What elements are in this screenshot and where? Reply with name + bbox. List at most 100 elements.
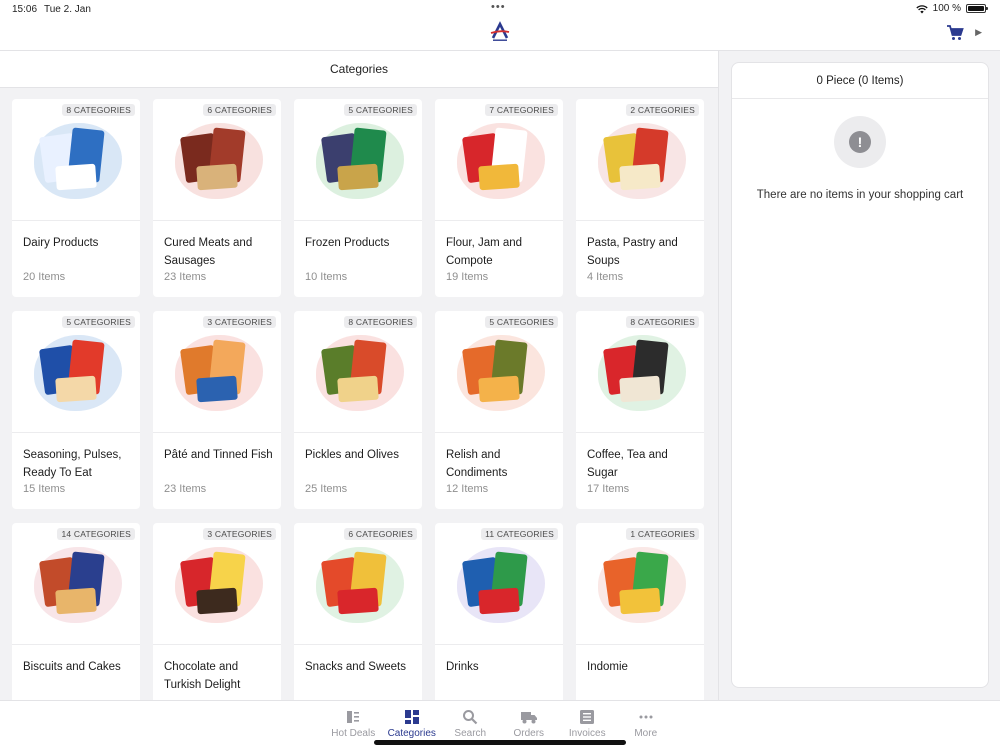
category-count-badge: 3 CATEGORIES bbox=[203, 528, 276, 540]
categories-icon bbox=[404, 710, 419, 724]
category-name: Coffee, Tea and Sugar bbox=[587, 449, 668, 479]
category-image: 3 CATEGORIES bbox=[153, 311, 281, 433]
category-card[interactable]: 2 CATEGORIES Pasta, Pastry and Soups 4 Ite… bbox=[576, 99, 704, 297]
category-card[interactable]: 8 CATEGORIES Coffee, Tea and Sugar 17 Item… bbox=[576, 311, 704, 509]
category-count-badge: 14 CATEGORIES bbox=[57, 528, 135, 540]
category-item-count: 4 Items bbox=[587, 271, 624, 283]
category-name: Cured Meats and Sausages bbox=[164, 237, 253, 267]
category-image: 8 CATEGORIES bbox=[576, 311, 704, 433]
category-name: Flour, Jam and Compote bbox=[446, 237, 523, 267]
product-package bbox=[478, 587, 520, 615]
tab-more[interactable]: More bbox=[617, 703, 676, 739]
product-package bbox=[619, 163, 661, 191]
category-card[interactable]: 11 CATEGORIES Drinks bbox=[435, 523, 563, 700]
category-item-count: 23 Items bbox=[164, 271, 207, 283]
tab-label: Orders bbox=[513, 728, 545, 739]
category-count-badge: 8 CATEGORIES bbox=[344, 316, 417, 328]
category-count-badge: 6 CATEGORIES bbox=[203, 104, 276, 116]
multitasking-dots-icon[interactable]: ••• bbox=[491, 1, 506, 13]
category-item-count: 12 Items bbox=[446, 483, 489, 495]
category-grid: 8 CATEGORIES Dairy Products 20 Items 6 CATE… bbox=[12, 99, 704, 700]
category-image: 11 CATEGORIES bbox=[435, 523, 563, 645]
category-name: Pickles and Olives bbox=[305, 449, 399, 461]
category-card[interactable]: 8 CATEGORIES Pickles and Olives 25 Items bbox=[294, 311, 422, 509]
product-package bbox=[478, 163, 520, 191]
category-image: 5 CATEGORIES bbox=[294, 99, 422, 221]
product-package bbox=[55, 163, 97, 191]
category-card[interactable]: 5 CATEGORIES Seasoning, Pulses, Ready To … bbox=[12, 311, 140, 509]
category-card[interactable]: 3 CATEGORIES Pâté and Tinned Fish 23 Items bbox=[153, 311, 281, 509]
category-card[interactable]: 6 CATEGORIES Snacks and Sweets bbox=[294, 523, 422, 700]
category-image: 14 CATEGORIES bbox=[12, 523, 140, 645]
status-date: Tue 2. Jan bbox=[44, 4, 91, 15]
category-count-badge: 8 CATEGORIES bbox=[62, 104, 135, 116]
category-card[interactable]: 7 CATEGORIES Flour, Jam and Compote 19 Ite… bbox=[435, 99, 563, 297]
product-package bbox=[337, 375, 379, 403]
status-time: 15:06 bbox=[12, 4, 38, 15]
product-package bbox=[337, 587, 379, 615]
category-card[interactable]: 8 CATEGORIES Dairy Products 20 Items bbox=[12, 99, 140, 297]
category-image: 3 CATEGORIES bbox=[153, 523, 281, 645]
category-name: Drinks bbox=[446, 661, 479, 673]
category-count-badge: 2 CATEGORIES bbox=[626, 104, 699, 116]
category-image: 5 CATEGORIES bbox=[12, 311, 140, 433]
category-item-count: 10 Items bbox=[305, 271, 348, 283]
category-item-count: 20 Items bbox=[23, 271, 66, 283]
category-count-badge: 5 CATEGORIES bbox=[62, 316, 135, 328]
tab-label: Search bbox=[454, 728, 487, 739]
exclamation-icon: ! bbox=[834, 116, 886, 168]
category-name: Chocolate and Turkish Delight bbox=[164, 661, 241, 691]
category-count-badge: 1 CATEGORIES bbox=[626, 528, 699, 540]
tab-label: Invoices bbox=[568, 728, 606, 739]
category-card[interactable]: 6 CATEGORIES Cured Meats and Sausages 23 I… bbox=[153, 99, 281, 297]
search-icon bbox=[463, 710, 478, 725]
category-card[interactable]: 3 CATEGORIES Chocolate and Turkish Deligh… bbox=[153, 523, 281, 700]
home-indicator[interactable] bbox=[374, 740, 626, 745]
tab-label: Categories bbox=[387, 728, 436, 739]
category-image: 8 CATEGORIES bbox=[12, 99, 140, 221]
category-name: Pasta, Pastry and Soups bbox=[587, 237, 678, 267]
category-item-count: 25 Items bbox=[305, 483, 348, 495]
category-image: 2 CATEGORIES bbox=[576, 99, 704, 221]
category-image: 6 CATEGORIES bbox=[153, 99, 281, 221]
product-package bbox=[619, 587, 661, 615]
cart-icon[interactable] bbox=[946, 24, 964, 42]
invoice-icon bbox=[580, 710, 595, 724]
tab-categories[interactable]: Categories bbox=[383, 703, 442, 739]
cart-expand-caret-icon[interactable]: ▶ bbox=[975, 27, 982, 38]
category-item-count: 15 Items bbox=[23, 483, 66, 495]
category-card[interactable]: 14 CATEGORIES Biscuits and Cakes bbox=[12, 523, 140, 700]
product-package bbox=[196, 375, 238, 403]
category-count-badge: 8 CATEGORIES bbox=[626, 316, 699, 328]
category-image: 5 CATEGORIES bbox=[435, 311, 563, 433]
category-name: Pâté and Tinned Fish bbox=[164, 449, 273, 461]
tab-orders[interactable]: Orders bbox=[500, 703, 559, 739]
product-package bbox=[619, 375, 661, 403]
category-card[interactable]: 5 CATEGORIES Frozen Products 10 Items bbox=[294, 99, 422, 297]
product-package bbox=[55, 375, 97, 403]
page-title: Categories bbox=[0, 51, 718, 88]
category-count-badge: 6 CATEGORIES bbox=[344, 528, 417, 540]
tab-search[interactable]: Search bbox=[441, 703, 500, 739]
hot-deals-icon bbox=[347, 711, 360, 723]
category-card[interactable]: 1 CATEGORIES Indomie bbox=[576, 523, 704, 700]
category-image: 1 CATEGORIES bbox=[576, 523, 704, 645]
product-package bbox=[337, 163, 379, 191]
category-name: Seasoning, Pulses, Ready To Eat bbox=[23, 449, 122, 479]
tab-label: Hot Deals bbox=[331, 728, 376, 739]
tab-hot-deals[interactable]: Hot Deals bbox=[324, 703, 383, 739]
category-name: Dairy Products bbox=[23, 237, 99, 249]
category-card[interactable]: 5 CATEGORIES Relish and Condiments 12 Item… bbox=[435, 311, 563, 509]
battery-percent: 100 % bbox=[932, 3, 961, 14]
cart-summary: 0 Piece (0 Items) bbox=[732, 63, 988, 99]
cart-panel: 0 Piece (0 Items) ! There are no items i… bbox=[718, 51, 1000, 700]
product-package bbox=[196, 163, 238, 191]
tab-invoices[interactable]: Invoices bbox=[558, 703, 617, 739]
company-logo[interactable] bbox=[489, 21, 511, 43]
category-item-count: 19 Items bbox=[446, 271, 489, 283]
category-image: 7 CATEGORIES bbox=[435, 99, 563, 221]
category-name: Relish and Condiments bbox=[446, 449, 508, 479]
truck-icon bbox=[520, 712, 537, 724]
more-icon bbox=[639, 715, 653, 719]
category-count-badge: 11 CATEGORIES bbox=[481, 528, 558, 540]
